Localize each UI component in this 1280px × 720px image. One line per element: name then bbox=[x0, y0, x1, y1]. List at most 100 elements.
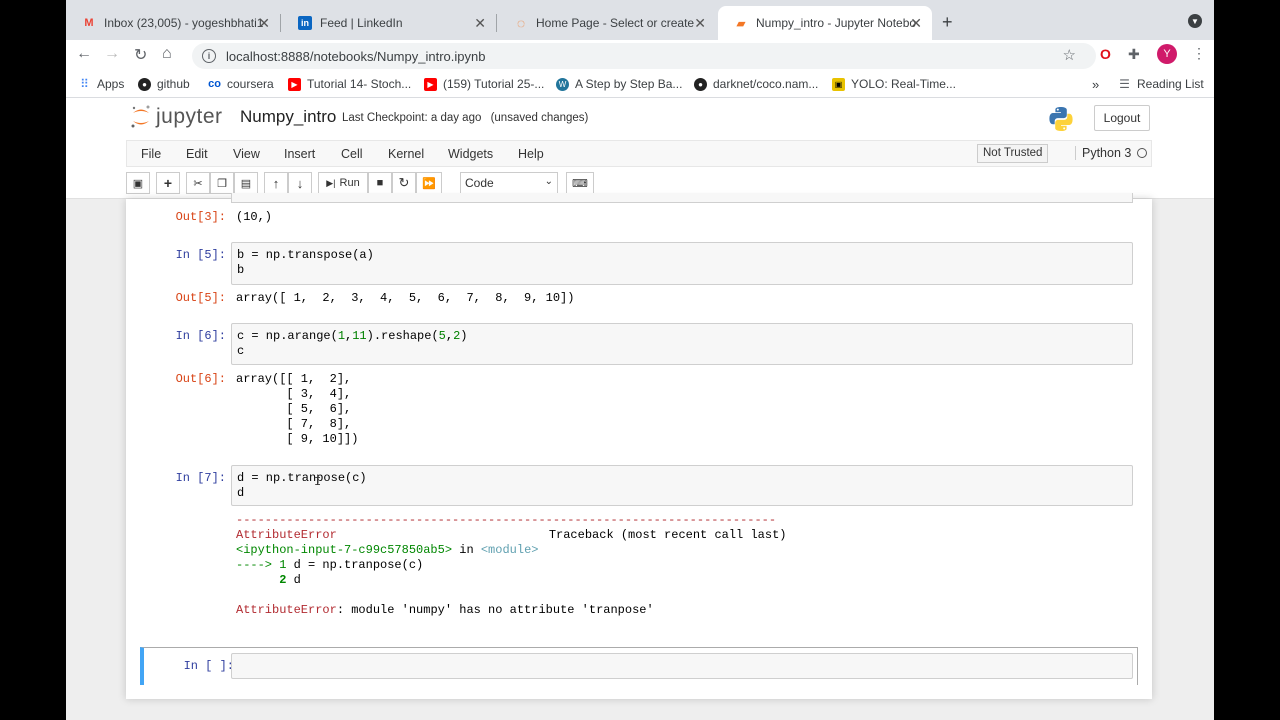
menu-view[interactable]: View bbox=[233, 147, 260, 161]
url-text: localhost:8888/notebooks/Numpy_intro.ipy… bbox=[226, 48, 486, 64]
jupyter-header: jupyter Numpy_intro Last Checkpoint: a d… bbox=[66, 98, 1214, 199]
browser-toolbar: ← → ↻ ⌂ i localhost:8888/notebooks/Numpy… bbox=[66, 40, 1214, 70]
error-blank bbox=[236, 588, 786, 603]
reading-list[interactable]: ☰ Reading List bbox=[1118, 77, 1204, 91]
bookmark-coursera[interactable]: co coursera bbox=[208, 77, 274, 91]
logout-button[interactable]: Logout bbox=[1094, 105, 1150, 131]
menu-icon[interactable]: ⋮ bbox=[1192, 45, 1206, 62]
address-bar[interactable]: i localhost:8888/notebooks/Numpy_intro.i… bbox=[192, 43, 1096, 69]
github-icon: ● bbox=[694, 77, 707, 91]
command-palette-icon[interactable]: ⌨ bbox=[566, 172, 594, 194]
tab-search-icon[interactable]: ▼ bbox=[1188, 14, 1202, 28]
copy-icon[interactable]: ❐ bbox=[210, 172, 234, 194]
input-prompt: In [7]: bbox=[175, 471, 226, 485]
tab-title: Inbox (23,005) - yogeshbhati1 bbox=[104, 16, 264, 30]
menu-kernel[interactable]: Kernel bbox=[388, 147, 424, 161]
input-prompt: In [ ]: bbox=[183, 659, 234, 673]
paste-icon[interactable]: ▤ bbox=[234, 172, 258, 194]
jupyter-wordmark: jupyter bbox=[156, 105, 223, 128]
error-line: 2 d bbox=[236, 573, 301, 587]
cell-type-select[interactable]: Code ⌄ bbox=[460, 172, 558, 194]
not-trusted-badge[interactable]: Not Trusted bbox=[977, 144, 1049, 163]
code-cell-input[interactable]: d = np.tranpose(c) d I bbox=[231, 465, 1133, 506]
notebook-area: Out[3]: (10,) In [5]: b = np.transpose(a… bbox=[66, 193, 1214, 720]
output-prompt: Out[5]: bbox=[175, 291, 226, 305]
move-down-icon[interactable]: ↓ bbox=[288, 172, 312, 194]
menu-file[interactable]: File bbox=[141, 147, 161, 161]
output-line: [ 9, 10]]) bbox=[236, 432, 359, 446]
tab-numpy-intro[interactable]: ▰ Numpy_intro - Jupyter Notebook ✕ bbox=[718, 6, 932, 40]
code-cell-input[interactable] bbox=[231, 653, 1133, 679]
apps-grid-icon: ⠿ bbox=[80, 77, 89, 91]
jupyter-icon: ▰ bbox=[736, 17, 746, 30]
close-icon[interactable]: ✕ bbox=[258, 15, 270, 32]
opera-icon[interactable]: O bbox=[1100, 46, 1111, 62]
code-cell-input[interactable]: b = np.transpose(a) b bbox=[231, 242, 1133, 285]
bookmark-step-by-step[interactable]: W A Step by Step Ba... bbox=[556, 77, 682, 91]
output-prompt: Out[3]: bbox=[175, 210, 226, 224]
notebook-page: Out[3]: (10,) In [5]: b = np.transpose(a… bbox=[126, 193, 1152, 699]
insert-cell-icon[interactable]: + bbox=[156, 172, 180, 194]
restart-icon[interactable]: ↻ bbox=[392, 172, 416, 194]
close-icon[interactable]: ✕ bbox=[694, 15, 706, 32]
kernel-idle-icon bbox=[1137, 148, 1148, 158]
home-icon[interactable]: ⌂ bbox=[162, 45, 172, 63]
previous-cell-edge bbox=[231, 193, 1133, 203]
back-icon[interactable]: ← bbox=[76, 45, 92, 63]
interrupt-icon[interactable]: ■ bbox=[368, 172, 392, 194]
output-text: array([ 1, 2, 3, 4, 5, 6, 7, 8, 9, 10]) bbox=[236, 291, 575, 305]
python-logo-icon bbox=[1049, 107, 1073, 131]
code-line: b = np.transpose(a) bbox=[237, 248, 374, 262]
run-button[interactable]: ▶| Run bbox=[318, 172, 368, 194]
bookmark-tutorial25[interactable]: ▶ (159) Tutorial 25-... bbox=[424, 77, 544, 91]
jupyter-logo-icon bbox=[131, 105, 150, 128]
notebook-name[interactable]: Numpy_intro bbox=[240, 107, 336, 127]
code-line: c = np.arange(1,11).reshape(5,2) bbox=[237, 329, 468, 343]
error-output: ----------------------------------------… bbox=[236, 513, 786, 618]
input-prompt: In [5]: bbox=[175, 248, 226, 262]
browser-window: M Inbox (23,005) - yogeshbhati1 ✕ in Fee… bbox=[66, 0, 1214, 720]
restart-run-all-icon[interactable]: ⏩ bbox=[416, 172, 442, 194]
text-cursor-icon: I bbox=[314, 475, 322, 489]
tab-gmail[interactable]: M Inbox (23,005) - yogeshbhati1 ✕ bbox=[66, 6, 280, 40]
output-line: array([[ 1, 2], bbox=[236, 372, 352, 386]
menu-edit[interactable]: Edit bbox=[186, 147, 208, 161]
bookmark-yolo[interactable]: ▣ YOLO: Real-Time... bbox=[832, 77, 956, 91]
input-prompt: In [6]: bbox=[175, 329, 226, 343]
bookmark-apps[interactable]: ⠿ Apps bbox=[78, 77, 124, 91]
bookmark-darknet[interactable]: ● darknet/coco.nam... bbox=[694, 77, 818, 91]
code-cell-input[interactable]: c = np.arange(1,11).reshape(5,2) c bbox=[231, 323, 1133, 365]
extensions-icon[interactable]: ✚ bbox=[1128, 46, 1140, 63]
move-up-icon[interactable]: ↑ bbox=[264, 172, 288, 194]
tab-jupyter-home[interactable]: ◌ Home Page - Select or create a ✕ bbox=[498, 6, 716, 40]
menu-help[interactable]: Help bbox=[518, 147, 544, 161]
menu-widgets[interactable]: Widgets bbox=[448, 147, 493, 161]
new-tab-icon[interactable]: + bbox=[942, 12, 953, 33]
github-icon: ● bbox=[138, 77, 151, 91]
jupyter-logo[interactable]: jupyter bbox=[130, 104, 223, 130]
bookmark-github[interactable]: ● github bbox=[138, 77, 190, 91]
site-info-icon[interactable]: i bbox=[202, 49, 216, 63]
yolo-icon: ▣ bbox=[832, 77, 845, 91]
avatar[interactable]: Y bbox=[1157, 44, 1177, 64]
bookmarks-bar: ⠿ Apps ● github co coursera ▶ Tutorial 1… bbox=[66, 70, 1214, 98]
close-icon[interactable]: ✕ bbox=[474, 15, 486, 32]
menu-insert[interactable]: Insert bbox=[284, 147, 315, 161]
close-icon[interactable]: ✕ bbox=[910, 15, 922, 32]
code-line: b bbox=[237, 263, 245, 277]
reload-icon[interactable]: ↻ bbox=[134, 45, 147, 65]
code-line: d bbox=[237, 486, 245, 500]
error-location: <ipython-input-7-c99c57850ab5> in <modul… bbox=[236, 543, 539, 557]
selected-cell[interactable]: In [ ]: bbox=[140, 647, 1138, 685]
save-icon[interactable]: ▣ bbox=[126, 172, 150, 194]
cut-icon[interactable]: ✂ bbox=[186, 172, 210, 194]
output-text: (10,) bbox=[236, 210, 273, 224]
output-line: [ 3, 4], bbox=[236, 387, 352, 401]
more-bookmarks[interactable]: » bbox=[1092, 77, 1099, 92]
menu-cell[interactable]: Cell bbox=[341, 147, 363, 161]
tab-linkedin[interactable]: in Feed | LinkedIn ✕ bbox=[282, 6, 496, 40]
menu-bar: File Edit View Insert Cell Kernel Widget… bbox=[126, 140, 1152, 167]
bookmark-tutorial14[interactable]: ▶ Tutorial 14- Stoch... bbox=[288, 77, 411, 91]
bookmark-star-icon[interactable]: ☆ bbox=[1063, 46, 1076, 64]
forward-icon[interactable]: → bbox=[104, 45, 120, 63]
